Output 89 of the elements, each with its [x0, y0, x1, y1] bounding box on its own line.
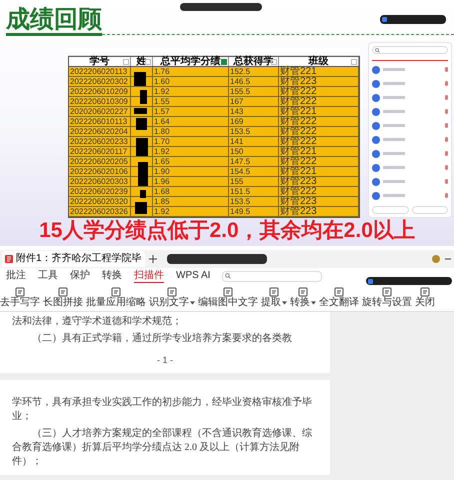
- table-cell: 财管223: [280, 206, 317, 216]
- table-cell: 2022206010309: [70, 96, 128, 106]
- table-cell: 155: [230, 176, 244, 186]
- table-cell: 153.5: [230, 126, 250, 136]
- slide-caption: 15人学分绩点低于2.0，其余均在2.0以上: [39, 218, 415, 244]
- table-cell: 151.5: [230, 186, 250, 196]
- menu-tab[interactable]: 批注: [6, 270, 26, 282]
- toolbar-button[interactable]: 识别文字: [149, 287, 195, 309]
- table-cell: 169: [230, 116, 244, 126]
- menu-tab[interactable]: 工具: [38, 270, 58, 282]
- table-cell: 153.5: [230, 196, 250, 206]
- table-cell: 2022206020303: [70, 176, 128, 186]
- table-cell: 2020206020227: [70, 106, 128, 116]
- paragraph: （二）具有正式学籍，通过所学专业培养方案要求的各类教: [31, 332, 293, 346]
- table-cell: 财管222: [280, 186, 317, 196]
- table-cell: 1.96: [154, 176, 170, 186]
- toolbar-button[interactable]: 旋转与设置: [362, 287, 412, 309]
- table-cell: 财管223: [280, 196, 317, 206]
- table-cell: 143: [230, 106, 244, 116]
- menu-tab[interactable]: 保护: [70, 270, 90, 282]
- toolbar-button[interactable]: 编辑图中文字: [198, 287, 258, 309]
- table-cell: 2022206020106: [70, 166, 128, 176]
- table-cell: 2022206020204: [70, 126, 128, 136]
- table-cell: 1.64: [154, 116, 170, 126]
- table-cell: 财管222: [280, 86, 317, 96]
- table-cell: 149.5: [230, 206, 250, 216]
- table-cell: 财管222: [280, 136, 317, 146]
- column-header: 总获得学: [234, 56, 274, 66]
- table-cell: 2022206020205: [70, 156, 128, 166]
- table-cell: 1.65: [154, 156, 170, 166]
- toolbar-button[interactable]: 长图拼接: [43, 287, 83, 309]
- table-cell: 147.5: [230, 156, 250, 166]
- table-cell: 1.55: [154, 96, 170, 106]
- document-tab[interactable]: 附件1：齐齐哈尔工程学院毕: [2, 251, 145, 267]
- tab-title: 附件1：齐齐哈尔工程学院毕: [16, 253, 142, 265]
- toolbar-button[interactable]: 批量应用缩略: [86, 287, 146, 309]
- column-header: 总平均学分绩: [160, 56, 220, 66]
- menu-tab[interactable]: 转换: [102, 270, 122, 282]
- menu-tab[interactable]: WPS AI: [176, 270, 210, 282]
- paragraph: 法和法律，遵守学术道德和学术规范；: [12, 315, 183, 329]
- table-cell: 2022206020113: [70, 66, 128, 76]
- table-cell: 2022206020320: [70, 196, 128, 206]
- table-cell: 2022206020117: [70, 146, 128, 156]
- table-cell: 2022206010113: [70, 116, 128, 126]
- paragraph: （三）人才培养方案规定的全部课程（不含通识教育选修课、综合教育选修课）折算后平均学分绩点达 2.0 及以上（计算方法见附件）；: [12, 427, 313, 469]
- table-cell: 1.68: [154, 186, 170, 196]
- table-cell: 财管223: [280, 176, 317, 186]
- table-cell: 1.70: [154, 136, 170, 146]
- table-cell: 财管222: [280, 116, 317, 126]
- column-header: 学号: [90, 56, 110, 66]
- toolbar-button[interactable]: 提取: [261, 287, 287, 309]
- table-cell: 146.5: [230, 76, 250, 86]
- table-cell: 150: [230, 146, 244, 156]
- menu-tab[interactable]: 扫描件: [134, 270, 164, 282]
- toolbar-button[interactable]: 全文翻译: [319, 287, 359, 309]
- slide-title: 成绩回顾: [6, 7, 102, 36]
- table-cell: 2022206010209: [70, 86, 128, 96]
- toolbar-button[interactable]: 关闭: [415, 287, 435, 309]
- table-cell: 2022206020239: [70, 186, 128, 196]
- table-cell: 财管221: [280, 166, 317, 176]
- page-number: - 1 -: [156, 355, 173, 365]
- table-cell: 1.76: [154, 66, 170, 76]
- table-cell: 167: [230, 96, 244, 106]
- table-cell: 1.92: [154, 206, 170, 216]
- table-cell: 1.92: [154, 86, 170, 96]
- paragraph: 学环节，具有承担专业实践工作的初步能力，经毕业资格审核准予毕业；: [12, 396, 313, 424]
- table-cell: 财管221: [280, 66, 317, 76]
- table-cell: 141: [230, 136, 244, 146]
- table-cell: 1.60: [154, 76, 170, 86]
- table-cell: 财管222: [280, 96, 317, 106]
- table-cell: 2022206020233: [70, 136, 128, 146]
- table-cell: 155.5: [230, 86, 250, 96]
- table-cell: 1.90: [154, 166, 170, 176]
- table-cell: 财管221: [280, 146, 317, 156]
- toolbar-button[interactable]: 去手写字: [0, 287, 40, 309]
- toolbar-button[interactable]: 转换: [290, 287, 316, 309]
- table-cell: 1.80: [154, 126, 170, 136]
- table-cell: 1.92: [154, 146, 170, 156]
- table-cell: 2022206020302: [70, 76, 128, 86]
- table-cell: 财管221: [280, 106, 317, 116]
- table-cell: 财管223: [280, 76, 317, 86]
- table-cell: 1.85: [154, 196, 170, 206]
- table-cell: 152.5: [230, 66, 250, 76]
- table-cell: 财管222: [280, 126, 317, 136]
- column-header: 班级: [308, 56, 328, 66]
- table-cell: 154.5: [230, 166, 250, 176]
- table-cell: 2022206020326: [70, 206, 128, 216]
- table-cell: 1.57: [154, 106, 170, 116]
- table-cell: 财管222: [280, 156, 317, 166]
